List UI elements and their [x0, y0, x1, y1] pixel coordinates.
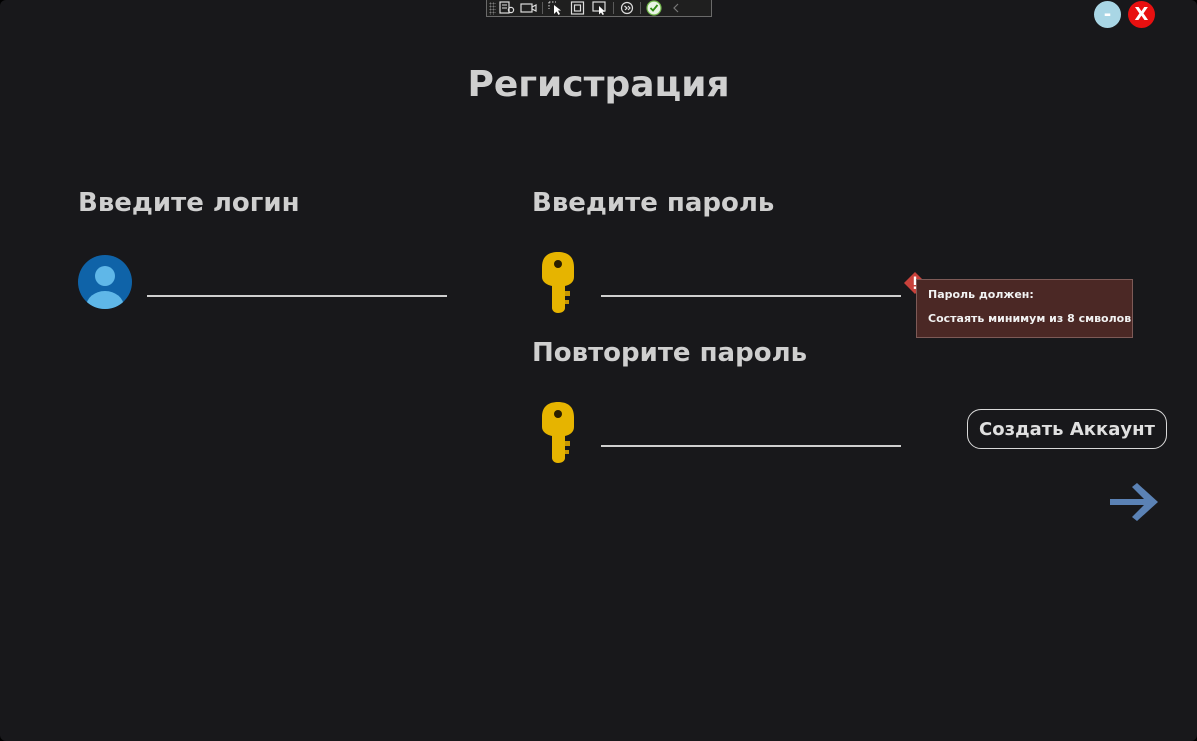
toolbar-separator: [613, 2, 614, 14]
password-key-icon: [538, 251, 578, 317]
toolbar-grip-icon[interactable]: [489, 1, 496, 15]
registration-window: - X Регистрация Введите логин Введите па…: [0, 0, 1197, 741]
hot-reload-icon[interactable]: [616, 1, 638, 16]
camera-icon[interactable]: [518, 1, 540, 16]
minimize-button[interactable]: -: [1094, 1, 1121, 28]
password-label: Введите пароль: [532, 188, 775, 218]
user-avatar-icon: [78, 255, 132, 313]
repeat-password-key-icon: [538, 401, 578, 467]
live-tree-icon[interactable]: [496, 1, 518, 16]
tooltip-line: Состаять минимум из 8 смволов: [928, 312, 1132, 325]
create-account-button[interactable]: Создать Аккаунт: [967, 409, 1167, 449]
password-input[interactable]: [601, 271, 901, 297]
select-element-icon[interactable]: [545, 1, 567, 16]
arrow-right-icon[interactable]: [1108, 483, 1160, 521]
repeat-password-input[interactable]: [601, 421, 901, 447]
tooltip-line: Пароль должен:: [928, 288, 1034, 301]
password-validation-tooltip: Пароль должен: Состаять минимум из 8 смв…: [916, 279, 1133, 338]
collapse-chevron-icon[interactable]: [665, 1, 687, 16]
login-input[interactable]: [147, 271, 447, 297]
check-ok-icon[interactable]: [643, 0, 665, 16]
toolbar-separator: [640, 2, 641, 14]
close-button[interactable]: X: [1128, 1, 1155, 28]
toolbar-separator: [542, 2, 543, 14]
page-title: Регистрация: [467, 64, 730, 105]
display-layout-adorners-icon[interactable]: [567, 1, 589, 16]
track-focus-icon[interactable]: [589, 1, 611, 16]
debug-toolbar: [486, 0, 712, 17]
repeat-password-label: Повторите пароль: [532, 338, 808, 368]
login-label: Введите логин: [78, 188, 300, 218]
